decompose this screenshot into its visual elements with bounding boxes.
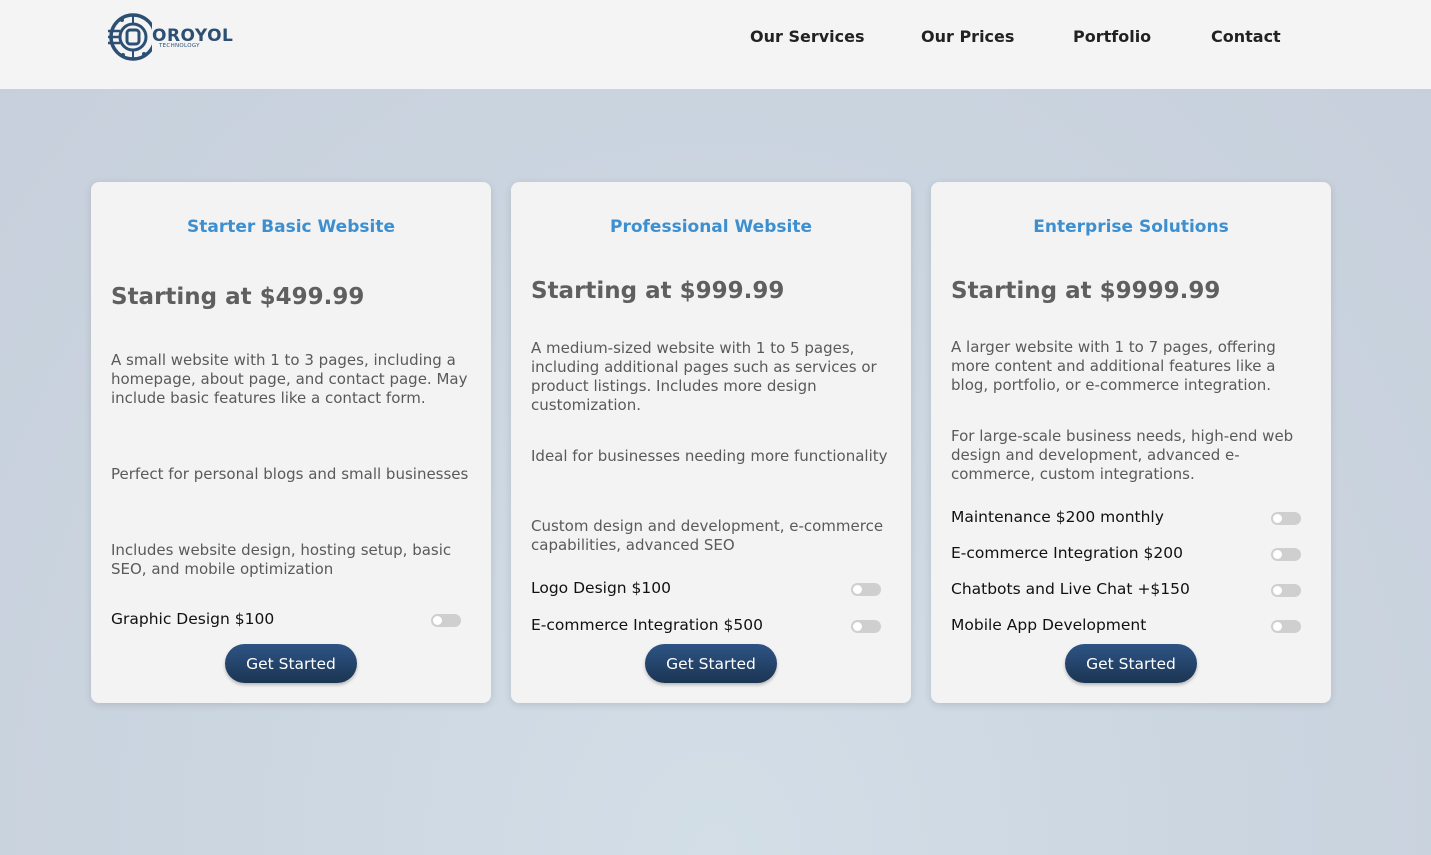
card-title: Starter Basic Website: [186, 217, 395, 237]
addon-ecommerce-integration: E-commerce Integration $200: [951, 544, 1303, 564]
addon-mobile-app-development: Mobile App Development: [951, 616, 1303, 636]
addon-label: E-commerce Integration $200: [951, 544, 1183, 562]
card-description: A medium-sized website with 1 to 5 pages…: [531, 339, 877, 414]
get-started-button[interactable]: Get Started: [645, 644, 777, 683]
toggle-knob: [1273, 550, 1282, 559]
card-description: A larger website with 1 to 7 pages, offe…: [951, 338, 1276, 394]
card-price: Starting at $499.99: [111, 284, 365, 310]
addon-label: Chatbots and Live Chat +$150: [951, 580, 1190, 598]
pricing-card-professional: Professional Website Starting at $999.99…: [511, 182, 911, 703]
addon-label: Maintenance $200 monthly: [951, 508, 1164, 526]
addon-toggle[interactable]: [1271, 548, 1301, 561]
toggle-knob: [853, 622, 862, 631]
addon-toggle[interactable]: [1271, 584, 1301, 597]
nav-our-prices[interactable]: Our Prices: [921, 27, 1014, 46]
nav-portfolio[interactable]: Portfolio: [1073, 27, 1151, 46]
addon-toggle[interactable]: [431, 614, 461, 627]
addon-toggle[interactable]: [1271, 620, 1301, 633]
addon-ecommerce-integration: E-commerce Integration $500: [531, 616, 883, 636]
card-description: Ideal for businesses needing more functi…: [531, 447, 888, 465]
addon-maintenance: Maintenance $200 monthly: [951, 508, 1303, 528]
addon-chatbots-live-chat: Chatbots and Live Chat +$150: [951, 580, 1303, 600]
addon-toggle[interactable]: [851, 620, 881, 633]
addon-label: Logo Design $100: [531, 579, 671, 597]
card-description: For large-scale business needs, high-end…: [951, 427, 1294, 483]
nav-our-services[interactable]: Our Services: [750, 27, 865, 46]
addon-label: Graphic Design $100: [111, 610, 275, 628]
card-title: Professional Website: [610, 217, 812, 237]
card-description: A small website with 1 to 3 pages, inclu…: [111, 351, 468, 407]
toggle-knob: [853, 585, 862, 594]
get-started-button[interactable]: Get Started: [1065, 644, 1197, 683]
pricing-card-starter: Starter Basic Website Starting at $499.9…: [91, 182, 491, 703]
toggle-knob: [1273, 586, 1282, 595]
addon-label: E-commerce Integration $500: [531, 616, 763, 634]
addon-logo-design: Logo Design $100: [531, 579, 883, 599]
get-started-button[interactable]: Get Started: [225, 644, 357, 683]
addon-label: Mobile App Development: [951, 616, 1147, 634]
site-header: OROYOL TECHNOLOGY Our Services Our Price…: [0, 0, 1431, 89]
main-nav: Our Services Our Prices Portfolio Contac…: [0, 27, 1431, 49]
card-description: Custom design and development, e-commerc…: [531, 517, 884, 554]
card-description: Perfect for personal blogs and small bus…: [111, 465, 469, 483]
card-description: Includes website design, hosting setup, …: [111, 541, 452, 578]
card-price: Starting at $9999.99: [951, 278, 1221, 304]
toggle-knob: [433, 616, 442, 625]
toggle-knob: [1273, 622, 1282, 631]
addon-toggle[interactable]: [1271, 512, 1301, 525]
card-price: Starting at $999.99: [531, 278, 785, 304]
card-title: Enterprise Solutions: [1033, 217, 1229, 237]
toggle-knob: [1273, 514, 1282, 523]
pricing-card-enterprise: Enterprise Solutions Starting at $9999.9…: [931, 182, 1331, 703]
addon-graphic-design: Graphic Design $100: [111, 610, 463, 630]
nav-contact[interactable]: Contact: [1211, 27, 1281, 46]
addon-toggle[interactable]: [851, 583, 881, 596]
